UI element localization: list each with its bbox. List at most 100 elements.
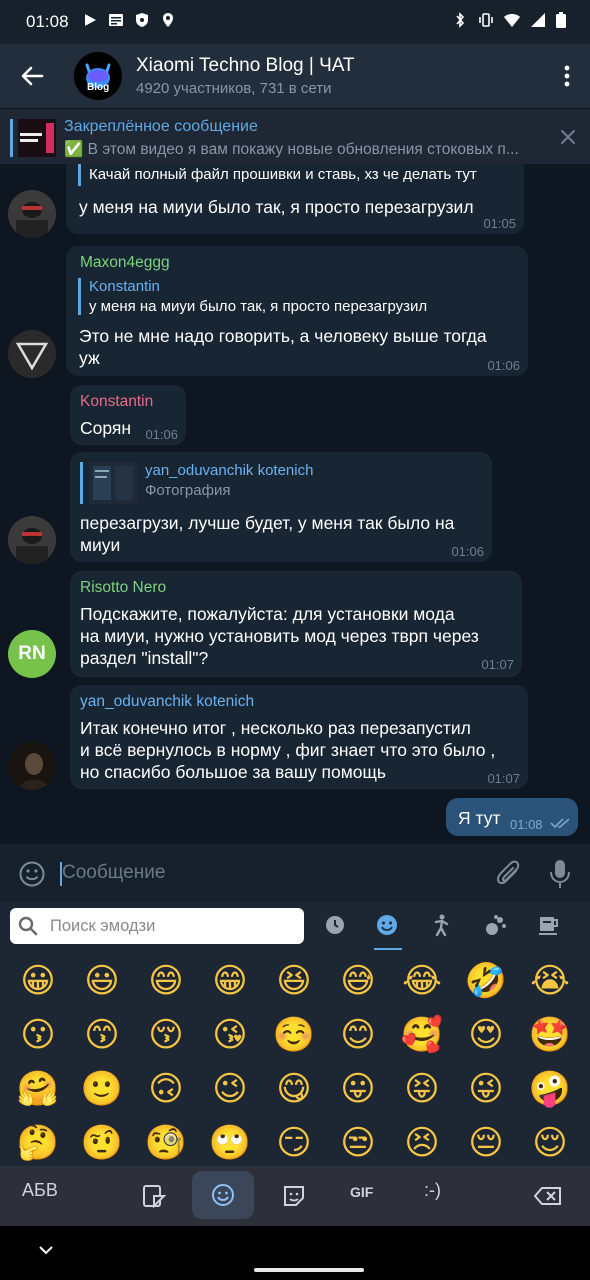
home-gesture-pill[interactable] xyxy=(254,1268,364,1272)
message-time: 01:06 xyxy=(451,544,484,559)
emoji-item[interactable]: 😏 xyxy=(262,1116,326,1166)
food-drink-icon[interactable] xyxy=(536,912,562,938)
message-bubble[interactable]: Risotto Nero Подскажите, пожалуйста: для… xyxy=(70,571,522,677)
chevron-down-icon[interactable] xyxy=(38,1244,54,1256)
animals-nature-icon[interactable] xyxy=(482,912,508,938)
emoji-item[interactable]: 😋 xyxy=(262,1062,326,1116)
message-input-bar: Сообщение xyxy=(0,844,590,902)
emoji-item[interactable]: 😆 xyxy=(262,954,326,1008)
emoji-item[interactable]: 😛 xyxy=(326,1062,390,1116)
emoji-item[interactable]: 😒 xyxy=(326,1116,390,1166)
selected-category-indicator xyxy=(374,948,402,950)
reply-text: Качай полный файл прошивки и ставь, хз ч… xyxy=(89,166,477,183)
outgoing-message-bubble[interactable]: Я тут 01:08 xyxy=(446,798,578,836)
emoji-item[interactable]: 🤣 xyxy=(454,954,518,1008)
reply-text: Фотография xyxy=(145,482,231,499)
group-avatar[interactable]: Blog xyxy=(74,52,122,100)
reply-preview[interactable]: Konstantin у меня на миуи было так, я пр… xyxy=(78,278,427,315)
emoji-item[interactable]: 😁 xyxy=(198,954,262,1008)
user-avatar[interactable] xyxy=(8,190,56,238)
close-icon[interactable] xyxy=(558,127,578,147)
pinned-message[interactable]: Закреплённое сообщение ✅ В этом видео я … xyxy=(0,108,590,165)
battery-icon xyxy=(556,12,566,28)
user-avatar[interactable] xyxy=(8,516,56,564)
message-text-line: Итак конечно итог , несколько раз переза… xyxy=(80,718,471,738)
emoji-item[interactable]: 🧐 xyxy=(134,1116,198,1166)
message-sender[interactable]: Risotto Nero xyxy=(80,579,166,597)
message-bubble[interactable]: yan_oduvanchik kotenich Фотография перез… xyxy=(70,452,492,562)
back-arrow-icon[interactable] xyxy=(18,62,46,90)
message-input[interactable]: Сообщение xyxy=(62,862,165,884)
message-sender[interactable]: yan_oduvanchik kotenich xyxy=(80,693,254,711)
switch-to-alphabet-button[interactable]: АБВ xyxy=(22,1180,58,1201)
emoji-item[interactable]: 😔 xyxy=(454,1116,518,1166)
reply-preview[interactable]: Качай полный файл прошивки и ставь, хз ч… xyxy=(78,164,477,186)
more-vertical-icon[interactable] xyxy=(564,64,570,88)
emoji-item[interactable]: 😉 xyxy=(198,1062,262,1116)
message-bubble[interactable]: Качай полный файл прошивки и ставь, хз ч… xyxy=(66,164,524,234)
gif-button[interactable]: GIF xyxy=(350,1184,373,1200)
emoji-item[interactable]: 😅 xyxy=(326,954,390,1008)
emoji-item[interactable]: 🤨 xyxy=(70,1116,134,1166)
message-bubble[interactable]: yan_oduvanchik kotenich Итак конечно ито… xyxy=(70,685,528,789)
emoji-item[interactable]: 😌 xyxy=(518,1116,582,1166)
emoji-keyboard-tab[interactable] xyxy=(192,1171,254,1219)
backspace-icon[interactable] xyxy=(534,1186,562,1206)
emoji-item[interactable]: ☺️ xyxy=(262,1008,326,1062)
emoji-search-input[interactable]: Поиск эмодзи xyxy=(50,917,155,936)
message-time: 01:07 xyxy=(487,771,520,786)
emoji-item[interactable]: 🙃 xyxy=(134,1062,198,1116)
people-activity-icon[interactable] xyxy=(428,912,454,938)
microphone-icon[interactable] xyxy=(548,858,572,890)
sticker-icon[interactable] xyxy=(282,1184,306,1208)
search-icon xyxy=(18,916,38,936)
sticker-gallery-icon[interactable] xyxy=(142,1184,166,1208)
chat-title[interactable]: Xiaomi Techno Blog | ЧАТ xyxy=(136,55,355,77)
message-sender[interactable]: Konstantin xyxy=(80,393,153,411)
emoji-item[interactable]: 🥰 xyxy=(390,1008,454,1062)
emoji-item[interactable]: 😀 xyxy=(6,954,70,1008)
emoji-item[interactable]: 🤗 xyxy=(6,1062,70,1116)
emoji-icon[interactable] xyxy=(18,860,46,888)
emoji-item[interactable]: 😊 xyxy=(326,1008,390,1062)
emoji-item[interactable]: 😘 xyxy=(198,1008,262,1062)
emoji-item[interactable]: 😜 xyxy=(454,1062,518,1116)
emoji-item[interactable]: 🤩 xyxy=(518,1008,582,1062)
news-icon xyxy=(109,14,123,26)
emoticon-button[interactable]: :-) xyxy=(424,1180,441,1201)
double-check-icon xyxy=(550,818,570,829)
message-sender[interactable]: Maxon4eggg xyxy=(80,254,170,272)
vibrate-icon xyxy=(479,13,493,27)
reply-preview[interactable]: yan_oduvanchik kotenich Фотография xyxy=(80,462,313,504)
emoji-item[interactable]: 🙂 xyxy=(70,1062,134,1116)
emoji-item[interactable]: 😝 xyxy=(390,1062,454,1116)
user-avatar[interactable] xyxy=(8,330,56,378)
pinned-text: ✅ В этом видео я вам покажу новые обновл… xyxy=(64,141,519,158)
message-bubble[interactable]: Maxon4eggg Konstantin у меня на миуи был… xyxy=(66,246,528,376)
user-avatar[interactable]: RN xyxy=(8,630,56,678)
message-text-line: раздел "install"? xyxy=(80,648,209,668)
pinned-thumbnail xyxy=(18,119,56,157)
emoji-item[interactable]: 😂 xyxy=(390,954,454,1008)
emoji-item[interactable]: 😃 xyxy=(70,954,134,1008)
attach-icon[interactable] xyxy=(494,859,522,889)
message-bubble[interactable]: Konstantin Сорян 01:06 xyxy=(70,385,186,445)
message-list[interactable]: Качай полный файл прошивки и ставь, хз ч… xyxy=(0,164,590,844)
emoji-item[interactable]: 😚 xyxy=(134,1008,198,1062)
emoji-item[interactable]: 😭 xyxy=(518,954,582,1008)
message-text-line: миуи xyxy=(80,535,121,555)
emoji-item[interactable]: 😗 xyxy=(6,1008,70,1062)
emoji-item[interactable]: 😣 xyxy=(390,1116,454,1166)
user-avatar[interactable] xyxy=(8,742,56,790)
emoji-item[interactable]: 😍 xyxy=(454,1008,518,1062)
emoji-item[interactable]: 🙄 xyxy=(198,1116,262,1166)
emoji-item[interactable]: 😄 xyxy=(134,954,198,1008)
emoji-item[interactable]: 🤔 xyxy=(6,1116,70,1166)
recent-clock-icon[interactable] xyxy=(322,912,348,938)
emoji-item[interactable]: 😙 xyxy=(70,1008,134,1062)
message-text-line: Это не мне надо говорить, а человеку выш… xyxy=(79,326,487,346)
emoji-search-field[interactable]: Поиск эмодзи xyxy=(10,908,304,944)
emoji-item[interactable]: 🤪 xyxy=(518,1062,582,1116)
message-text: Я тут xyxy=(458,808,501,828)
smileys-category-icon[interactable] xyxy=(374,912,400,938)
